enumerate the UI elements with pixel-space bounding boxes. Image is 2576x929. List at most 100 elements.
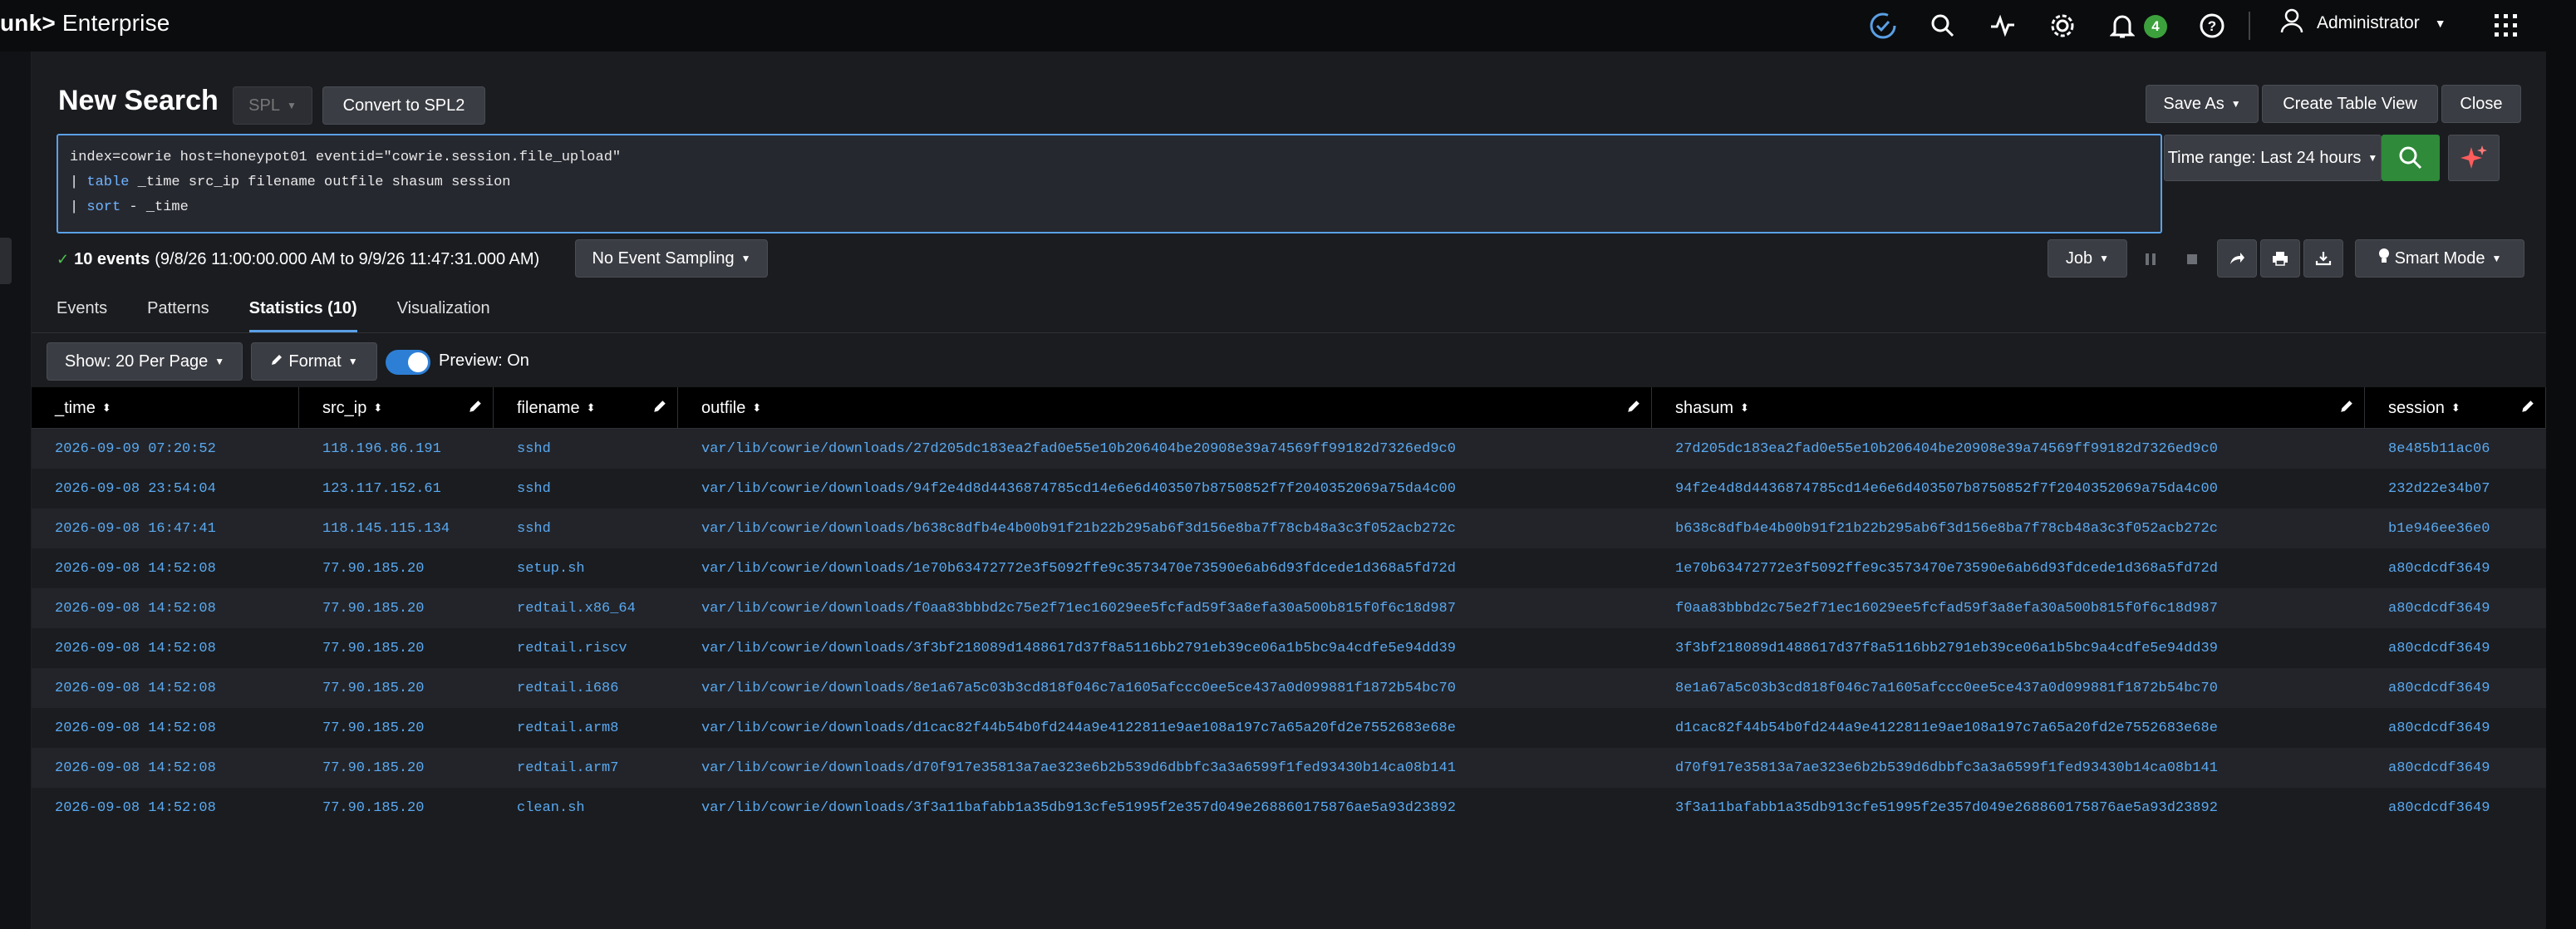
cell-filename[interactable]: redtail.riscv	[494, 628, 678, 668]
rail-handle[interactable]	[0, 238, 12, 284]
cell-filename[interactable]: setup.sh	[494, 548, 678, 588]
column-header-session[interactable]: session ⬍	[2365, 387, 2546, 429]
pencil-icon[interactable]	[652, 399, 667, 419]
spl-dropdown[interactable]: SPL ▼	[233, 86, 312, 125]
cell-session[interactable]: 8e485b11ac06	[2365, 429, 2546, 469]
search-icon[interactable]	[1913, 0, 1973, 52]
pencil-icon[interactable]	[2520, 399, 2535, 419]
cell-outfile[interactable]: var/lib/cowrie/downloads/94f2e4d8d443687…	[678, 469, 1652, 509]
cell-src-ip[interactable]: 77.90.185.20	[299, 708, 494, 748]
tab-events[interactable]: Events	[57, 292, 107, 332]
cell-time[interactable]: 2026-09-08 14:52:08	[32, 628, 299, 668]
cell-session[interactable]: a80cdcdf3649	[2365, 748, 2546, 788]
tab-patterns[interactable]: Patterns	[147, 292, 209, 332]
cell-outfile[interactable]: var/lib/cowrie/downloads/8e1a67a5c03b3cd…	[678, 668, 1652, 708]
cell-shasum[interactable]: 27d205dc183ea2fad0e55e10b206404be20908e3…	[1652, 429, 2365, 469]
ai-assistant-button[interactable]	[2448, 135, 2500, 181]
cell-filename[interactable]: redtail.arm8	[494, 708, 678, 748]
cell-outfile[interactable]: var/lib/cowrie/downloads/3f3a11bafabb1a3…	[678, 788, 1652, 828]
user-menu[interactable]: Administrator ▼	[2280, 7, 2446, 40]
cell-session[interactable]: a80cdcdf3649	[2365, 788, 2546, 828]
column-header-filename[interactable]: filename ⬍	[494, 387, 678, 429]
cell-src-ip[interactable]: 77.90.185.20	[299, 788, 494, 828]
cell-session[interactable]: 232d22e34b07	[2365, 469, 2546, 509]
cell-time[interactable]: 2026-09-08 14:52:08	[32, 788, 299, 828]
export-button[interactable]	[2303, 239, 2343, 278]
time-range-picker[interactable]: Time range: Last 24 hours ▼	[2164, 135, 2382, 181]
cell-outfile[interactable]: var/lib/cowrie/downloads/3f3bf218089d148…	[678, 628, 1652, 668]
cell-outfile[interactable]: var/lib/cowrie/downloads/d1cac82f44b54b0…	[678, 708, 1652, 748]
cell-outfile[interactable]: var/lib/cowrie/downloads/f0aa83bbbd2c75e…	[678, 588, 1652, 628]
cell-time[interactable]: 2026-09-08 23:54:04	[32, 469, 299, 509]
cell-shasum[interactable]: 94f2e4d8d4436874785cd14e6e6d403507b87508…	[1652, 469, 2365, 509]
cell-shasum[interactable]: 1e70b63472772e3f5092ffe9c3573470e73590e6…	[1652, 548, 2365, 588]
activity-icon[interactable]	[1973, 0, 2033, 52]
cell-outfile[interactable]: var/lib/cowrie/downloads/d70f917e35813a7…	[678, 748, 1652, 788]
cell-src-ip[interactable]: 118.196.86.191	[299, 429, 494, 469]
cell-filename[interactable]: redtail.arm7	[494, 748, 678, 788]
print-button[interactable]	[2260, 239, 2300, 278]
run-search-button[interactable]	[2382, 135, 2440, 181]
cell-time[interactable]: 2026-09-09 07:20:52	[32, 429, 299, 469]
cell-time[interactable]: 2026-09-08 16:47:41	[32, 509, 299, 548]
cell-src-ip[interactable]: 77.90.185.20	[299, 628, 494, 668]
cell-time[interactable]: 2026-09-08 14:52:08	[32, 708, 299, 748]
cell-time[interactable]: 2026-09-08 14:52:08	[32, 548, 299, 588]
column-header-time[interactable]: _time ⬍	[32, 387, 299, 429]
cell-session[interactable]: a80cdcdf3649	[2365, 668, 2546, 708]
cell-filename[interactable]: sshd	[494, 429, 678, 469]
pencil-icon[interactable]	[1626, 399, 1641, 419]
stop-icon[interactable]	[2175, 248, 2209, 271]
cell-shasum[interactable]: 3f3bf218089d1488617d37f8a5116bb2791eb39c…	[1652, 628, 2365, 668]
cell-filename[interactable]: clean.sh	[494, 788, 678, 828]
job-dropdown[interactable]: Job ▼	[2048, 239, 2127, 278]
cell-session[interactable]: a80cdcdf3649	[2365, 628, 2546, 668]
cell-src-ip[interactable]: 77.90.185.20	[299, 748, 494, 788]
cell-time[interactable]: 2026-09-08 14:52:08	[32, 588, 299, 628]
gear-icon[interactable]	[2033, 0, 2092, 52]
cell-filename[interactable]: redtail.i686	[494, 668, 678, 708]
app-grid-icon[interactable]	[2493, 12, 2519, 43]
format-dropdown[interactable]: Format ▼	[251, 342, 377, 381]
cell-src-ip[interactable]: 77.90.185.20	[299, 668, 494, 708]
cell-filename[interactable]: sshd	[494, 509, 678, 548]
close-button[interactable]: Close	[2441, 85, 2521, 123]
event-sampling-dropdown[interactable]: No Event Sampling ▼	[575, 239, 768, 278]
help-icon[interactable]: ?	[2182, 0, 2242, 52]
column-header-shasum[interactable]: shasum ⬍	[1652, 387, 2365, 429]
cell-src-ip[interactable]: 118.145.115.134	[299, 509, 494, 548]
cell-filename[interactable]: sshd	[494, 469, 678, 509]
save-as-button[interactable]: Save As ▼	[2146, 85, 2259, 123]
app-brand[interactable]: unk> Enterprise	[0, 10, 170, 37]
pencil-icon[interactable]	[468, 399, 483, 419]
cell-outfile[interactable]: var/lib/cowrie/downloads/1e70b63472772e3…	[678, 548, 1652, 588]
create-table-view-button[interactable]: Create Table View	[2262, 85, 2438, 123]
cell-shasum[interactable]: b638c8dfb4e4b00b91f21b22b295ab6f3d156e8b…	[1652, 509, 2365, 548]
cell-session[interactable]: a80cdcdf3649	[2365, 708, 2546, 748]
cell-session[interactable]: a80cdcdf3649	[2365, 548, 2546, 588]
column-header-src-ip[interactable]: src_ip ⬍	[299, 387, 494, 429]
cell-shasum[interactable]: d70f917e35813a7ae323e6b2b539d6dbbfc3a3a6…	[1652, 748, 2365, 788]
status-check-icon[interactable]	[1853, 0, 1913, 52]
cell-shasum[interactable]: f0aa83bbbd2c75e2f71ec16029ee5fcfad59f3a8…	[1652, 588, 2365, 628]
cell-time[interactable]: 2026-09-08 14:52:08	[32, 748, 299, 788]
preview-toggle[interactable]	[386, 350, 430, 375]
cell-src-ip[interactable]: 123.117.152.61	[299, 469, 494, 509]
cell-shasum[interactable]: 3f3a11bafabb1a35db913cfe51995f2e357d049e…	[1652, 788, 2365, 828]
pencil-icon[interactable]	[2339, 399, 2354, 419]
column-header-outfile[interactable]: outfile ⬍	[678, 387, 1652, 429]
cell-shasum[interactable]: 8e1a67a5c03b3cd818f046c7a1605afccc0ee5ce…	[1652, 668, 2365, 708]
cell-src-ip[interactable]: 77.90.185.20	[299, 548, 494, 588]
cell-time[interactable]: 2026-09-08 14:52:08	[32, 668, 299, 708]
cell-outfile[interactable]: var/lib/cowrie/downloads/27d205dc183ea2f…	[678, 429, 1652, 469]
cell-session[interactable]: b1e946ee36e0	[2365, 509, 2546, 548]
share-button[interactable]	[2217, 239, 2257, 278]
search-query-editor[interactable]: index=cowrie host=honeypot01 eventid="co…	[57, 134, 2162, 233]
cell-session[interactable]: a80cdcdf3649	[2365, 588, 2546, 628]
search-mode-dropdown[interactable]: Smart Mode ▼	[2355, 239, 2524, 278]
cell-src-ip[interactable]: 77.90.185.20	[299, 588, 494, 628]
tab-statistics[interactable]: Statistics (10)	[248, 292, 357, 332]
pause-icon[interactable]	[2134, 248, 2167, 271]
convert-spl2-button[interactable]: Convert to SPL2	[322, 86, 485, 125]
per-page-dropdown[interactable]: Show: 20 Per Page ▼	[47, 342, 243, 381]
